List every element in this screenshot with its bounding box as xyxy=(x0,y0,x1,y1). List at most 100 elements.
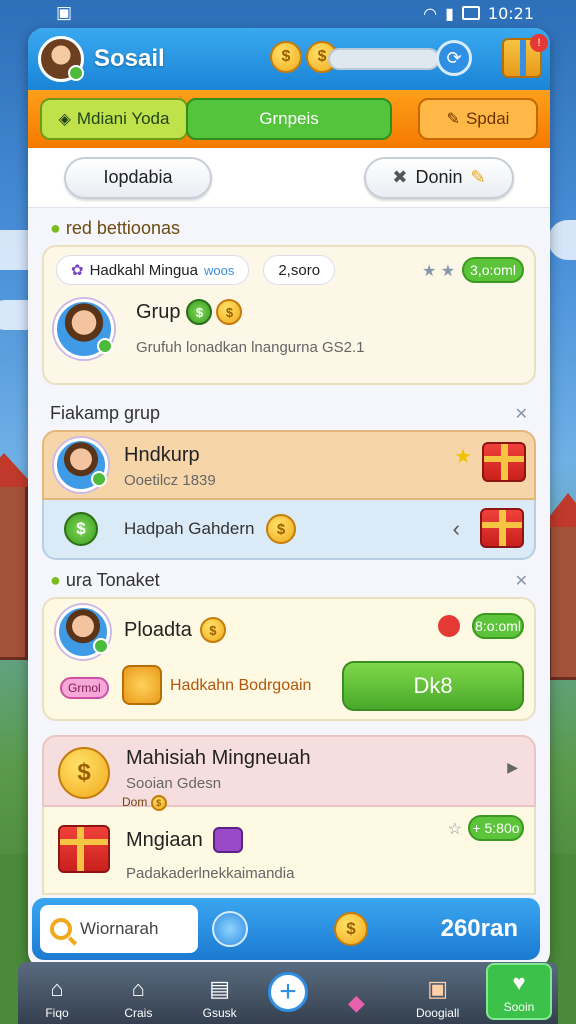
gift-icon[interactable] xyxy=(482,442,526,482)
tab-grnpeis[interactable]: Grnpeis xyxy=(186,98,392,140)
signal-icon: ▮ xyxy=(445,3,454,23)
notification-badge: ! xyxy=(530,34,548,52)
status-time: 10:21 xyxy=(487,3,534,23)
app-title: Sosail xyxy=(94,45,165,72)
coin-icon: $ xyxy=(266,514,296,544)
member-sub: Sooian Gdesn xyxy=(126,775,222,792)
donin-button[interactable]: ✖ Donin ✎ xyxy=(364,156,514,199)
group-name-pill[interactable]: ✿ Hadkahl Mingua woos xyxy=(56,255,250,285)
search-input[interactable]: Wiornarah xyxy=(40,905,198,953)
chest-icon: ▣ xyxy=(427,976,449,1001)
nav-item-sooin[interactable]: ♥ Sooin xyxy=(485,963,552,1020)
bottom-nav: ⌂ Fiqo ⌂ Crais ▤ Gsusk + ◆ ▣ Doogiall ♥ … xyxy=(18,962,558,1024)
user-icon: ✖ xyxy=(392,167,408,187)
offer-card[interactable]: Ploadta $ 8:o:oml Grmol Hadkahn Bodrgoai… xyxy=(42,597,536,721)
group-card[interactable]: ✿ Hadkahl Mingua woos 2,soro ★ ★ 3,o:oml… xyxy=(42,245,536,385)
map-icon: ▤ xyxy=(209,976,231,1001)
tag-label: Grmol xyxy=(60,677,109,699)
reward-row[interactable]: $ Hadpah Gahdern $ ‹ xyxy=(42,500,536,560)
group-card-mngiaan[interactable]: Dom $ Mngiaan Padakaderlnekkaimandia ☆ +… xyxy=(42,795,536,895)
member-avatar[interactable] xyxy=(56,605,110,659)
section-title: ● ura Tonaket ✕ xyxy=(50,570,528,590)
bottom-search-bar: Wiornarah $ 260ran xyxy=(32,898,540,960)
claim-button[interactable]: Dk8 xyxy=(342,661,524,711)
play-icon[interactable]: ▶ xyxy=(507,759,518,776)
star-icon: ★ xyxy=(454,446,472,468)
shield-icon[interactable] xyxy=(212,911,248,947)
coin-icon: $ xyxy=(150,795,167,811)
member-sub: Padakaderlnekkaimandia xyxy=(126,865,295,882)
refresh-button[interactable]: ⟳ xyxy=(436,40,472,76)
leaf-icon: ● xyxy=(50,570,61,590)
status-bar: ▣ ◠ ▮ 10:21 xyxy=(0,0,576,26)
coin-icon: $ xyxy=(334,912,368,946)
reward-pill[interactable]: 3,o:oml xyxy=(462,257,524,283)
compass-icon: ◈ xyxy=(58,111,71,128)
leaf-icon: ● xyxy=(50,218,61,238)
mini-label: Dom $ xyxy=(122,795,167,811)
reward-pill[interactable]: + 5:80o xyxy=(468,815,524,841)
section-title: Fiakamp grup ✕ xyxy=(50,403,528,423)
nav-item-ticket[interactable]: ◆ xyxy=(323,989,389,1020)
section-title: ● red bettioonas xyxy=(50,218,180,238)
battery-icon xyxy=(461,6,480,20)
coin-icon: $ xyxy=(64,512,98,546)
notification-icon: ▣ xyxy=(56,3,73,22)
star-icon: ★ ★ xyxy=(422,263,456,280)
nav-item-gsusk[interactable]: ▤ Gsusk xyxy=(187,975,253,1020)
group-card-hndkurp[interactable]: Hndkurp Ooetilcz 1839 ★ xyxy=(42,430,536,500)
gift-icon[interactable] xyxy=(480,508,524,548)
group-subtitle: Grufuh lonadkan lnangurna GS2.1 xyxy=(136,339,365,356)
gift-button[interactable]: ! xyxy=(502,34,548,78)
reward-label: Hadpah Gahdern xyxy=(124,519,255,538)
member-name: Hndkurp xyxy=(124,444,200,466)
member-sub: Ooetilcz 1839 xyxy=(124,472,216,489)
avatar[interactable] xyxy=(38,36,84,82)
sub-toolbar: Iopdabia ✖ Donin ✎ xyxy=(28,148,550,208)
ticket-icon: ◆ xyxy=(347,990,365,1015)
offer-text: Hadkahn Bodrgoain xyxy=(170,677,312,694)
coin-icon: $ xyxy=(186,299,213,325)
nav-item-doogiall[interactable]: ▣ Doogiall xyxy=(405,975,471,1020)
balance-amount: 260ran xyxy=(440,915,518,942)
tab-spdai[interactable]: ✎ Spdai xyxy=(418,98,538,140)
member-avatar[interactable] xyxy=(54,438,108,492)
star-icon: ✕ xyxy=(514,572,528,590)
heart-icon: ♥ xyxy=(512,970,526,995)
member-name: Mahisiah Mingneuah xyxy=(126,747,311,769)
add-button[interactable]: + xyxy=(267,972,308,1012)
group-avatar[interactable] xyxy=(54,299,114,359)
bag-icon xyxy=(122,665,162,705)
coin-icon: $ xyxy=(199,617,226,643)
nav-item-fiqo[interactable]: ⌂ Fiqo xyxy=(24,975,90,1020)
reward-pill[interactable]: 8:o:oml xyxy=(472,613,524,639)
group-card-mahisiah[interactable]: $ Mahisiah Mingneuah Sooian Gdesn ▶ xyxy=(42,735,536,807)
search-icon xyxy=(50,918,72,940)
count-pill: 2,soro xyxy=(263,255,336,285)
app-panel: Sosail $ $ ⟳ ! ◈ Mdiani Yoda Grnpeis ✎ S… xyxy=(28,28,550,968)
star-icon: ✕ xyxy=(514,405,528,423)
member-name: Mngiaan xyxy=(126,828,203,851)
house-icon: ⌂ xyxy=(131,976,145,1001)
nav-item-crais[interactable]: ⌂ Crais xyxy=(105,975,171,1020)
chest-icon xyxy=(212,827,243,853)
star-icon: ☆ xyxy=(447,821,462,838)
badge-icon: ✿ xyxy=(71,262,84,279)
coin-icon: $ xyxy=(216,299,243,325)
coin-icon: $ xyxy=(58,747,110,799)
home-icon: ⌂ xyxy=(50,976,64,1001)
wifi-icon: ◠ xyxy=(423,3,438,23)
coin-icon: $ xyxy=(270,41,302,73)
iopdabia-button[interactable]: Iopdabia xyxy=(64,156,212,199)
progress-bar xyxy=(328,48,440,70)
tab-mdiani-yoda[interactable]: ◈ Mdiani Yoda xyxy=(40,98,188,140)
chevron-left-icon[interactable]: ‹ xyxy=(453,516,460,542)
edit-icon: ✎ xyxy=(470,167,486,187)
group-name: Grup xyxy=(136,300,181,323)
app-header: Sosail $ $ ⟳ ! xyxy=(28,28,550,90)
gift-icon[interactable] xyxy=(58,825,110,873)
member-name: Ploadta xyxy=(124,618,192,641)
badge-icon xyxy=(438,615,460,637)
ticket-icon: ✎ xyxy=(446,111,460,128)
tab-bar: ◈ Mdiani Yoda Grnpeis ✎ Spdai xyxy=(28,90,550,148)
